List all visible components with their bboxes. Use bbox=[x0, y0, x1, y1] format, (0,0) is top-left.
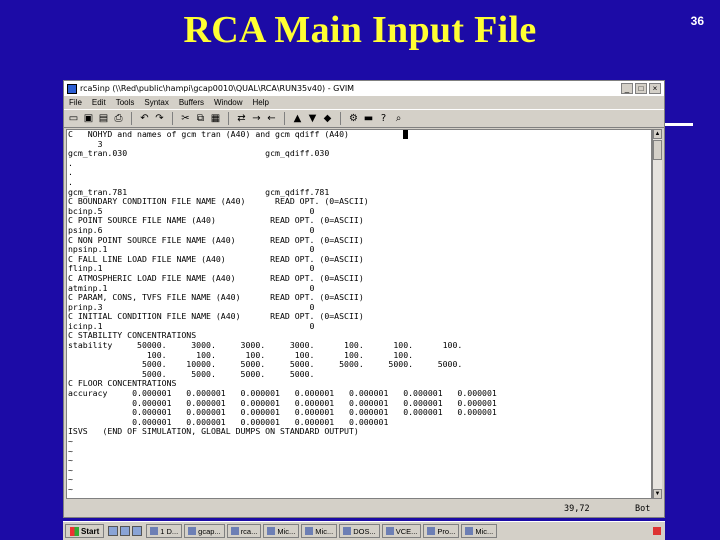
task-icon bbox=[150, 527, 159, 535]
run-script-icon[interactable]: ◆ bbox=[321, 112, 334, 125]
editor-line[interactable]: . bbox=[68, 158, 497, 169]
slide-title: RCA Main Input File bbox=[183, 9, 537, 51]
quick-launch bbox=[108, 526, 143, 536]
minimize-button[interactable]: _ bbox=[621, 83, 633, 94]
copy-icon[interactable]: ⧉ bbox=[194, 112, 207, 125]
scroll-up-icon[interactable]: ▲ bbox=[653, 129, 662, 139]
find-next-icon[interactable]: → bbox=[250, 112, 263, 125]
shell-icon[interactable]: ▬ bbox=[362, 112, 375, 125]
windows-logo-icon bbox=[70, 526, 79, 536]
browser-icon[interactable] bbox=[120, 526, 131, 536]
editor-line[interactable]: ~ bbox=[68, 484, 497, 495]
open-icon[interactable]: ▭ bbox=[67, 112, 80, 125]
editor-line[interactable]: ~ bbox=[68, 446, 497, 457]
menubar: File Edit Tools Syntax Buffers Window He… bbox=[64, 96, 664, 109]
maximize-button[interactable]: □ bbox=[635, 83, 647, 94]
text-cursor bbox=[403, 130, 408, 139]
decorative-line bbox=[665, 123, 693, 126]
taskbar-item[interactable]: Mic... bbox=[461, 524, 498, 538]
menu-edit[interactable]: Edit bbox=[87, 98, 111, 107]
gvim-window: rca5inp (\\Red\public\hampi\gcap0010\QUA… bbox=[63, 80, 665, 518]
status-bar: 39,72 Bot bbox=[64, 500, 664, 517]
toolbar-separator bbox=[172, 112, 173, 125]
task-icon bbox=[188, 527, 197, 535]
save-session-icon[interactable]: ▼ bbox=[306, 112, 319, 125]
editor-line[interactable]: ~ bbox=[68, 465, 497, 476]
taskbar-item[interactable]: 1 D... bbox=[146, 524, 183, 538]
toolbar-separator bbox=[228, 112, 229, 125]
taskbar-item[interactable]: Pro... bbox=[423, 524, 460, 538]
editor-line[interactable]: ~ bbox=[68, 494, 497, 498]
redo-icon[interactable]: ↷ bbox=[153, 112, 166, 125]
taskbar-item[interactable]: Mic... bbox=[301, 524, 338, 538]
menu-help[interactable]: Help bbox=[248, 98, 274, 107]
make-icon[interactable]: ⚙ bbox=[347, 112, 360, 125]
menu-window[interactable]: Window bbox=[209, 98, 247, 107]
save-all-icon[interactable]: ▤ bbox=[97, 112, 110, 125]
editor-line[interactable]: C NOHYD and names of gcm tran (A40) and … bbox=[68, 130, 497, 140]
find-prev-icon[interactable]: ← bbox=[265, 112, 278, 125]
desktop-icon[interactable] bbox=[108, 526, 119, 536]
undo-icon[interactable]: ↶ bbox=[138, 112, 151, 125]
task-icon bbox=[427, 527, 436, 535]
cut-icon[interactable]: ✂ bbox=[179, 112, 192, 125]
save-icon[interactable]: ▣ bbox=[82, 112, 95, 125]
scroll-indicator: Bot bbox=[635, 504, 651, 514]
task-icon bbox=[305, 527, 314, 535]
vertical-scrollbar[interactable]: ▲ ▼ bbox=[652, 129, 662, 499]
menu-buffers[interactable]: Buffers bbox=[174, 98, 209, 107]
system-tray bbox=[653, 527, 661, 535]
scroll-thumb[interactable] bbox=[653, 140, 662, 160]
cursor-position: 39,72 bbox=[564, 504, 590, 514]
mail-icon[interactable] bbox=[132, 526, 143, 536]
tray-icon[interactable] bbox=[653, 527, 661, 535]
find-help-icon[interactable]: ⌕ bbox=[392, 112, 405, 125]
toolbar: ▭ ▣ ▤ ⎙ ↶ ↷ ✂ ⧉ ▦ ⇄ → ← ▲ ▼ ◆ ⚙ ▬ ? ⌕ bbox=[64, 109, 664, 128]
paste-icon[interactable]: ▦ bbox=[209, 112, 222, 125]
scroll-down-icon[interactable]: ▼ bbox=[653, 489, 662, 499]
start-label: Start bbox=[81, 526, 100, 536]
toolbar-separator bbox=[340, 112, 341, 125]
replace-icon[interactable]: ⇄ bbox=[235, 112, 248, 125]
editor-line[interactable]: . bbox=[68, 168, 497, 178]
editor-content[interactable]: C NOHYD and names of gcm tran (A40) and … bbox=[67, 130, 497, 498]
gvim-app-icon[interactable] bbox=[67, 83, 77, 94]
taskbar-item[interactable]: DOS... bbox=[339, 524, 380, 538]
taskbar-item[interactable]: gcap... bbox=[184, 524, 225, 538]
window-titlebar[interactable]: rca5inp (\\Red\public\hampi\gcap0010\QUA… bbox=[64, 81, 664, 96]
help-icon[interactable]: ? bbox=[377, 112, 390, 125]
toolbar-separator bbox=[284, 112, 285, 125]
text-editor[interactable]: C NOHYD and names of gcm tran (A40) and … bbox=[66, 129, 652, 499]
task-icon bbox=[385, 527, 394, 535]
task-icon bbox=[267, 527, 276, 535]
editor-line[interactable]: ~ bbox=[68, 475, 497, 485]
menu-tools[interactable]: Tools bbox=[111, 98, 140, 107]
taskbar-item[interactable]: rca... bbox=[226, 524, 262, 538]
editor-line[interactable]: ~ bbox=[68, 456, 497, 466]
task-icon bbox=[465, 527, 474, 535]
taskbar: Start 1 D... gcap... rca... Mic... Mic..… bbox=[63, 521, 665, 540]
editor-line[interactable]: ~ bbox=[68, 436, 497, 447]
window-title: rca5inp (\\Red\public\hampi\gcap0010\QUA… bbox=[80, 84, 355, 93]
taskbar-item[interactable]: Mic... bbox=[263, 524, 300, 538]
slide-number: 36 bbox=[690, 14, 704, 28]
toolbar-separator bbox=[131, 112, 132, 125]
taskbar-item[interactable]: VCE... bbox=[381, 524, 422, 538]
load-session-icon[interactable]: ▲ bbox=[291, 112, 304, 125]
editor-line[interactable]: ISVS (END OF SIMULATION, GLOBAL DUMPS ON… bbox=[68, 427, 497, 437]
task-icon bbox=[343, 527, 352, 535]
menu-file[interactable]: File bbox=[64, 98, 87, 107]
print-icon[interactable]: ⎙ bbox=[112, 112, 125, 125]
close-button[interactable]: × bbox=[649, 83, 661, 94]
editor-line[interactable]: gcm_tran.030 gcm_qdiff.030 bbox=[68, 149, 497, 159]
task-icon bbox=[230, 527, 239, 535]
menu-syntax[interactable]: Syntax bbox=[139, 98, 173, 107]
start-button[interactable]: Start bbox=[65, 524, 105, 538]
